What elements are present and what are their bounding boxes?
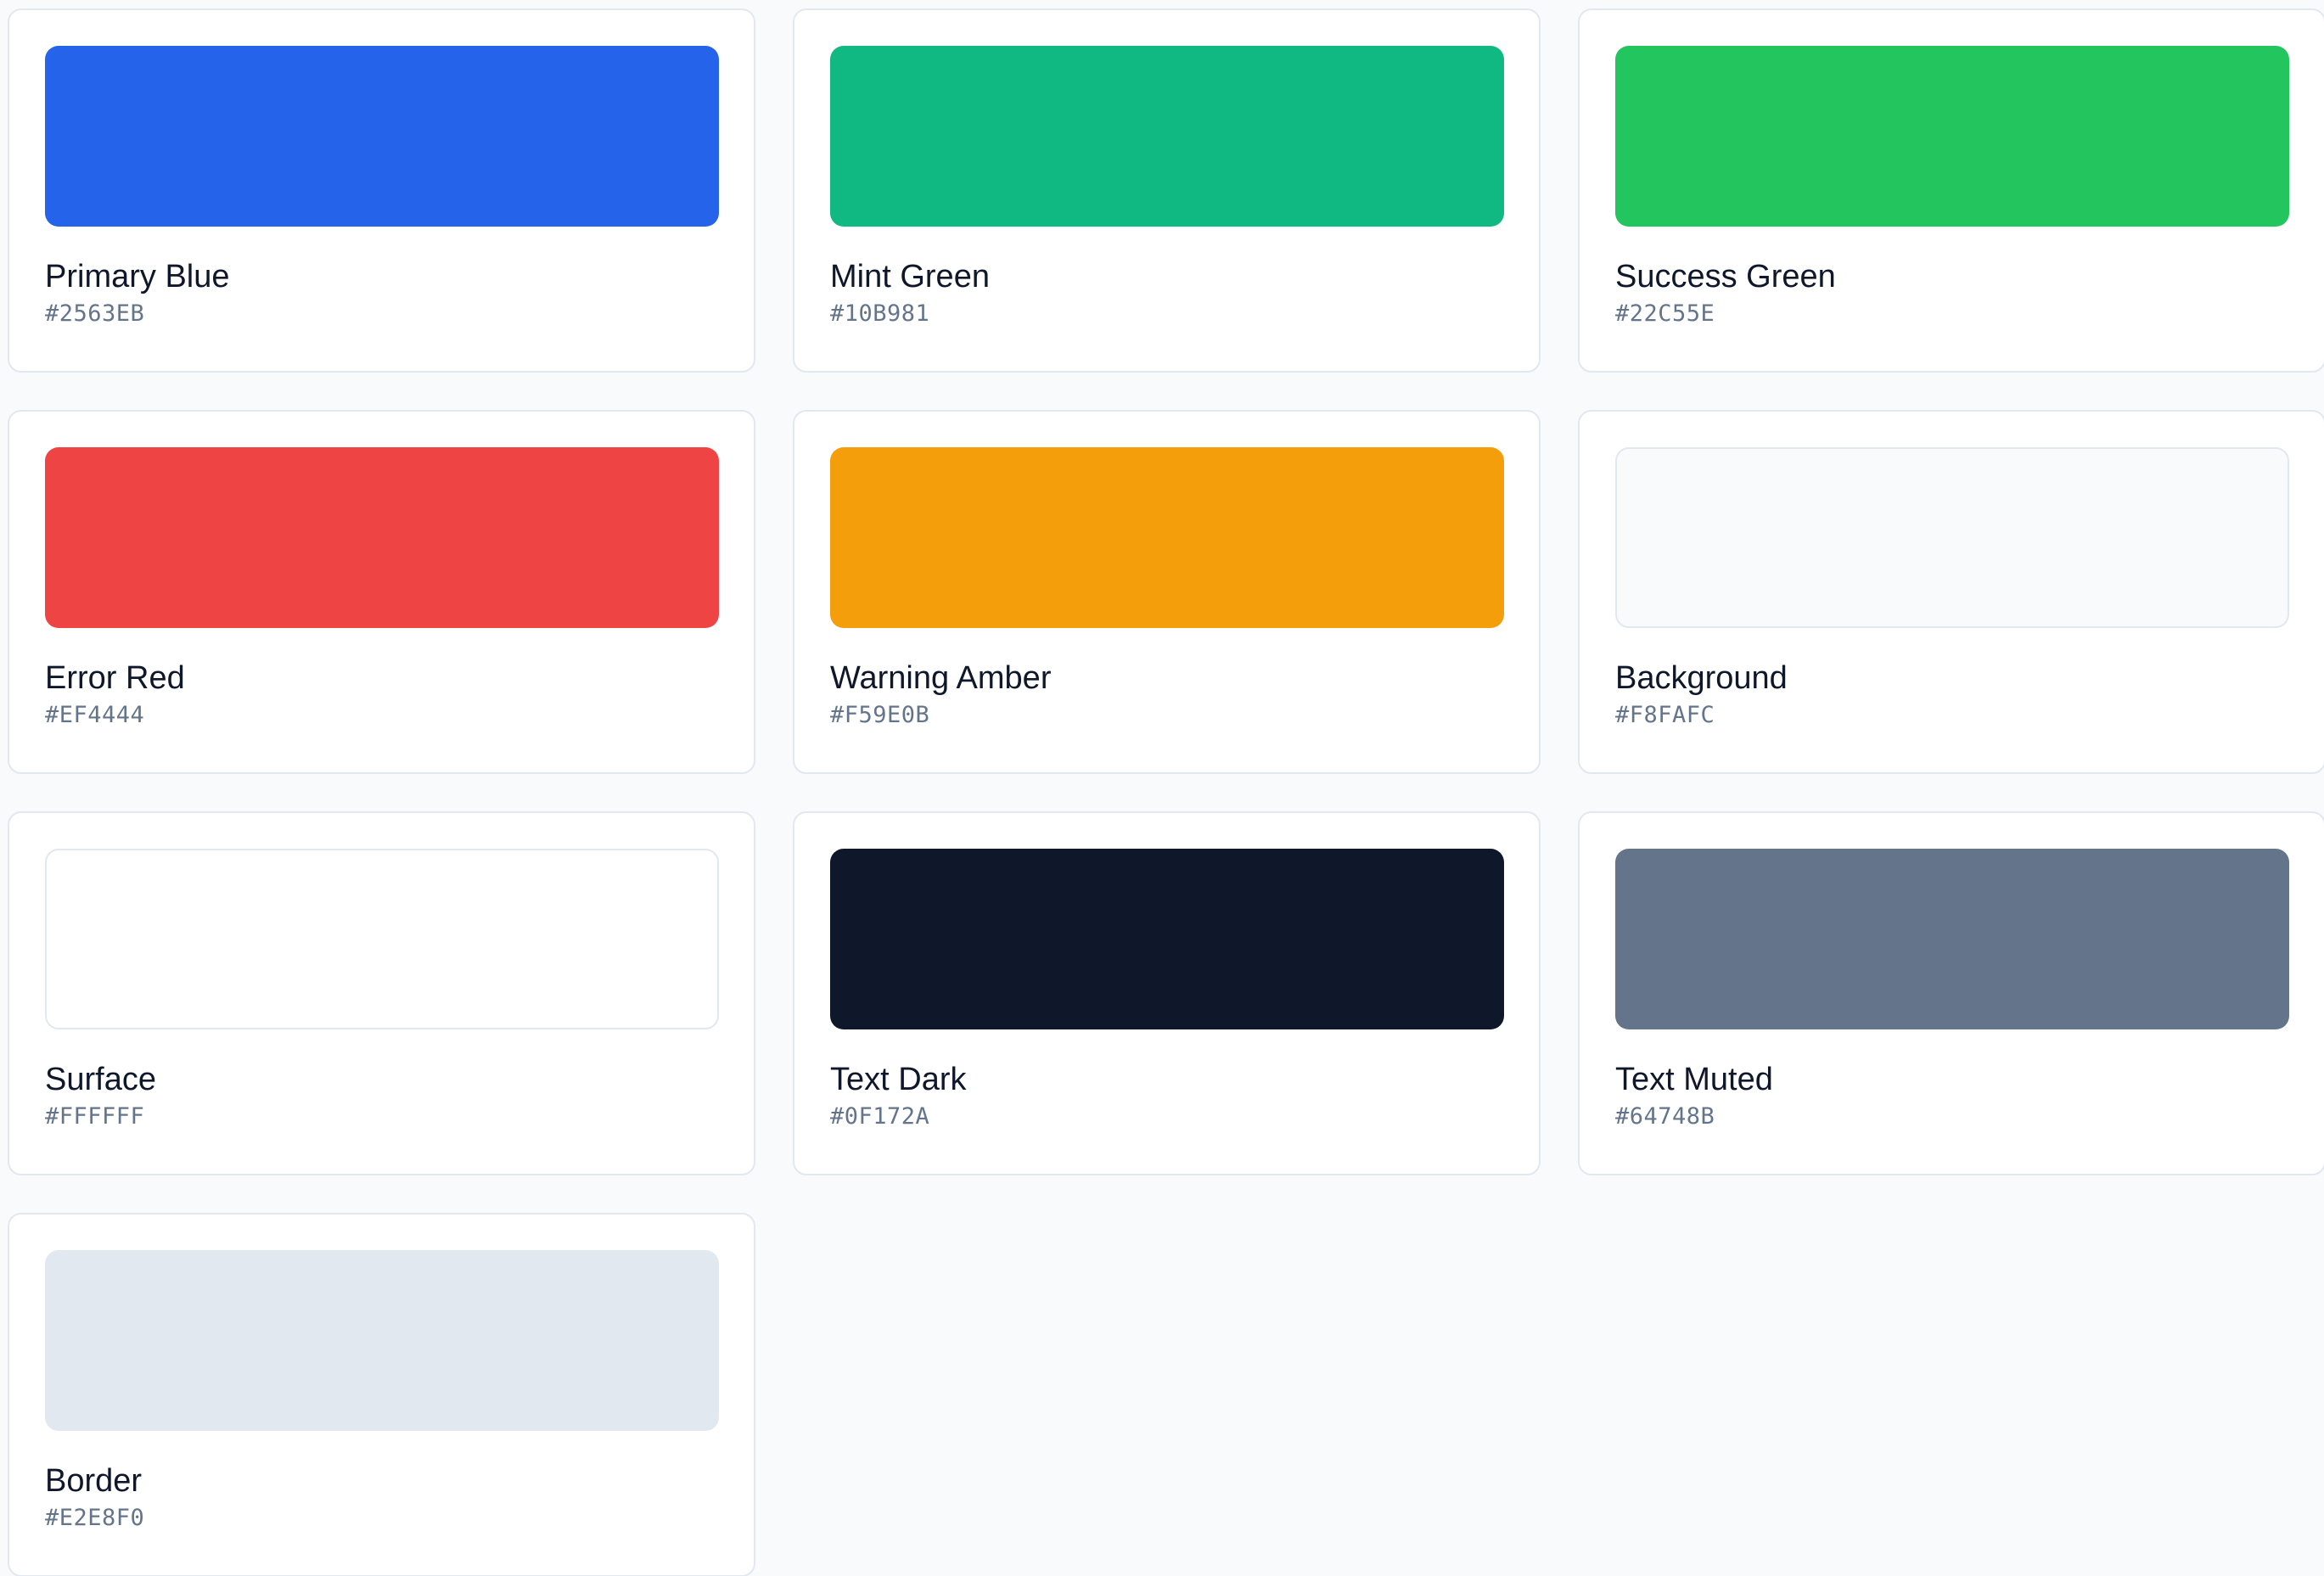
color-hex-code: #EF4444 xyxy=(45,702,145,728)
color-swatch xyxy=(45,1250,719,1431)
color-hex-code: #F8FAFC xyxy=(1615,702,1715,728)
color-name: Primary Blue xyxy=(45,259,230,294)
color-name: Error Red xyxy=(45,660,185,696)
color-hex-code: #10B981 xyxy=(830,300,930,327)
color-name: Surface xyxy=(45,1062,156,1097)
color-swatch xyxy=(1615,447,2289,628)
color-swatch xyxy=(830,447,1504,628)
color-hex-code: #F59E0B xyxy=(830,702,930,728)
color-swatch xyxy=(45,46,719,227)
color-name: Background xyxy=(1615,660,1788,696)
color-card-text-muted: Text Muted #64748B xyxy=(1578,811,2324,1175)
color-swatch xyxy=(830,849,1504,1029)
color-swatch xyxy=(45,849,719,1029)
color-card-text-dark: Text Dark #0F172A xyxy=(793,811,1541,1175)
color-name: Text Muted xyxy=(1615,1062,1773,1097)
color-swatch xyxy=(45,447,719,628)
color-card-success-green: Success Green #22C55E xyxy=(1578,8,2324,373)
color-card-mint-green: Mint Green #10B981 xyxy=(793,8,1541,373)
color-swatch xyxy=(1615,849,2289,1029)
color-hex-code: #2563EB xyxy=(45,300,145,327)
color-name: Success Green xyxy=(1615,259,1836,294)
color-palette-grid: Primary Blue #2563EB Mint Green #10B981 … xyxy=(8,8,2324,1576)
color-hex-code: #E2E8F0 xyxy=(45,1505,145,1531)
color-card-surface: Surface #FFFFFF xyxy=(8,811,755,1175)
color-hex-code: #64748B xyxy=(1615,1103,1715,1130)
color-hex-code: #FFFFFF xyxy=(45,1103,145,1130)
color-card-warning-amber: Warning Amber #F59E0B xyxy=(793,410,1541,774)
color-swatch xyxy=(1615,46,2289,227)
color-name: Text Dark xyxy=(830,1062,967,1097)
color-name: Border xyxy=(45,1463,143,1499)
color-hex-code: #22C55E xyxy=(1615,300,1715,327)
color-name: Warning Amber xyxy=(830,660,1052,696)
color-card-border: Border #E2E8F0 xyxy=(8,1213,755,1576)
color-swatch xyxy=(830,46,1504,227)
color-card-primary-blue: Primary Blue #2563EB xyxy=(8,8,755,373)
color-card-error-red: Error Red #EF4444 xyxy=(8,410,755,774)
color-name: Mint Green xyxy=(830,259,990,294)
color-hex-code: #0F172A xyxy=(830,1103,930,1130)
color-card-background: Background #F8FAFC xyxy=(1578,410,2324,774)
